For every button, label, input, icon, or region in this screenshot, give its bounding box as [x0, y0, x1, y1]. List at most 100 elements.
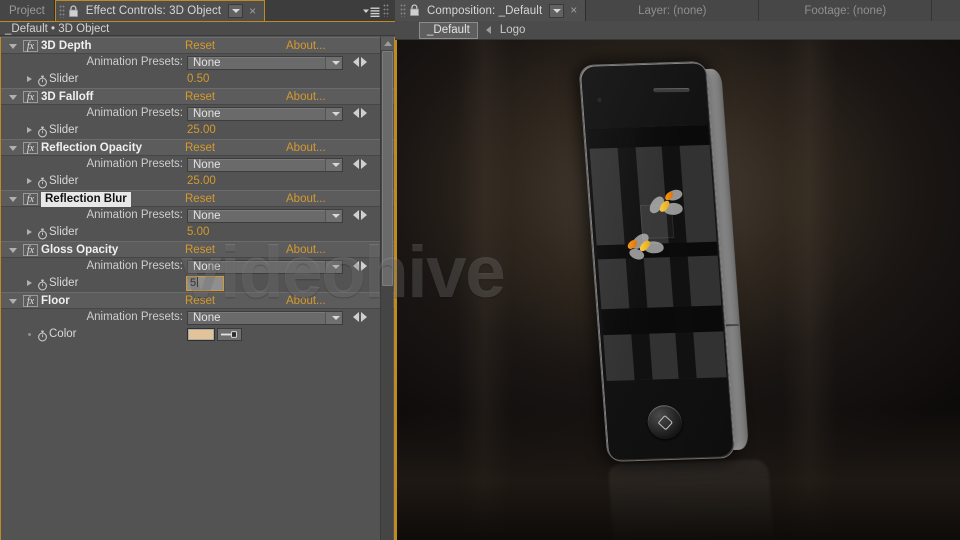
property-disclosure-triangle-icon[interactable] — [27, 127, 32, 133]
preset-nav-arrows[interactable] — [353, 108, 367, 118]
next-preset-icon[interactable] — [361, 57, 367, 67]
lock-icon[interactable] — [409, 4, 420, 17]
tab-effect-controls[interactable]: Effect Controls: 3D Object × — [54, 0, 266, 22]
effect-name[interactable]: Reflection Blur — [41, 192, 131, 207]
prev-preset-icon[interactable] — [353, 312, 359, 322]
scroll-up-button[interactable] — [381, 37, 394, 50]
effect-name[interactable]: Gloss Opacity — [41, 242, 118, 259]
prev-preset-icon[interactable] — [353, 108, 359, 118]
disclosure-triangle-icon[interactable] — [9, 299, 17, 304]
color-swatch[interactable] — [187, 328, 215, 341]
tab-footage[interactable]: Footage: (none) — [759, 0, 933, 21]
next-preset-icon[interactable] — [361, 261, 367, 271]
tab-project[interactable]: Project — [0, 0, 55, 21]
property-disclosure-triangle-icon[interactable] — [27, 280, 32, 286]
chevron-down-icon[interactable] — [325, 108, 341, 120]
slider-value[interactable]: 5.00 — [187, 224, 210, 242]
effect-property-row[interactable]: Color — [1, 326, 394, 343]
fx-icon[interactable]: fx — [23, 193, 38, 205]
stopwatch-icon[interactable] — [37, 125, 48, 138]
prev-preset-icon[interactable] — [353, 210, 359, 220]
preset-nav-arrows[interactable] — [353, 57, 367, 67]
animation-presets-dropdown[interactable]: None — [187, 107, 343, 121]
effect-property-row[interactable]: Slider 25.00 — [1, 173, 394, 191]
breadcrumb-comp-chip[interactable]: _Default — [419, 21, 478, 39]
effect-header-row[interactable]: fx 3D Depth Reset About... — [1, 37, 394, 56]
disclosure-triangle-icon[interactable] — [9, 146, 17, 151]
disclosure-triangle-icon[interactable] — [9, 197, 17, 202]
fx-icon[interactable]: fx — [23, 295, 38, 307]
disclosure-triangle-icon[interactable] — [9, 95, 17, 100]
effect-name[interactable]: Floor — [41, 293, 70, 310]
tab-layer[interactable]: Layer: (none) — [586, 0, 760, 21]
breadcrumb-logo-label[interactable]: Logo — [500, 24, 526, 36]
stopwatch-icon[interactable] — [37, 278, 48, 291]
breadcrumb-back-icon[interactable] — [485, 26, 491, 34]
prev-preset-icon[interactable] — [353, 57, 359, 67]
effect-header-row[interactable]: fx Reflection Opacity Reset About... — [1, 139, 394, 158]
chevron-down-icon[interactable] — [325, 57, 341, 69]
tab-close-icon[interactable]: × — [243, 1, 262, 22]
effect-name[interactable]: 3D Depth — [41, 38, 91, 55]
fx-icon[interactable]: fx — [23, 142, 38, 154]
next-preset-icon[interactable] — [361, 210, 367, 220]
animation-presets-dropdown[interactable]: None — [187, 56, 343, 70]
slider-value[interactable]: 25.00 — [187, 173, 216, 191]
disclosure-triangle-icon[interactable] — [9, 44, 17, 49]
eyedropper-icon[interactable] — [217, 328, 242, 341]
prev-preset-icon[interactable] — [353, 159, 359, 169]
drag-grip-icon[interactable] — [400, 4, 406, 17]
property-disclosure-triangle-icon[interactable] — [27, 229, 32, 235]
next-preset-icon[interactable] — [361, 312, 367, 322]
animation-presets-dropdown[interactable]: None — [187, 209, 343, 223]
slider-value[interactable]: 25.00 — [187, 122, 216, 140]
property-disclosure-triangle-icon[interactable] — [27, 76, 32, 82]
next-preset-icon[interactable] — [361, 159, 367, 169]
panel-resize-grip-icon[interactable] — [383, 4, 389, 17]
tab-dropdown-icon[interactable] — [228, 4, 244, 18]
tab-dropdown-icon[interactable] — [549, 3, 565, 18]
effect-property-row[interactable]: Slider 25.00 — [1, 122, 394, 140]
drag-grip-icon[interactable] — [58, 4, 65, 18]
property-disclosure-triangle-icon[interactable] — [27, 178, 32, 184]
chevron-down-icon[interactable] — [325, 159, 341, 171]
fx-icon[interactable]: fx — [23, 244, 38, 256]
stopwatch-icon[interactable] — [37, 227, 48, 240]
effect-header-row[interactable]: fx Floor Reset About... — [1, 292, 394, 311]
slider-value[interactable]: 0.50 — [187, 71, 210, 89]
effect-name[interactable]: Reflection Opacity — [41, 140, 142, 157]
chevron-down-icon[interactable] — [325, 312, 341, 324]
preset-nav-arrows[interactable] — [353, 312, 367, 322]
animation-presets-dropdown[interactable]: None — [187, 158, 343, 172]
preset-nav-arrows[interactable] — [353, 261, 367, 271]
prev-preset-icon[interactable] — [353, 261, 359, 271]
fx-icon[interactable]: fx — [23, 91, 38, 103]
chevron-down-icon[interactable] — [325, 210, 341, 222]
effect-property-row[interactable]: Slider 5 — [1, 275, 394, 292]
effects-scrollbar[interactable] — [380, 37, 394, 540]
stopwatch-icon[interactable] — [37, 176, 48, 189]
panel-menu-icon[interactable] — [363, 5, 380, 17]
scrollbar-thumb[interactable] — [382, 51, 393, 286]
fx-icon[interactable]: fx — [23, 40, 38, 52]
preset-nav-arrows[interactable] — [353, 159, 367, 169]
animation-presets-dropdown[interactable]: None — [187, 260, 343, 274]
lock-icon[interactable] — [68, 4, 79, 18]
effect-header-row[interactable]: fx 3D Falloff Reset About... — [1, 88, 394, 107]
effect-property-row[interactable]: Slider 5.00 — [1, 224, 394, 242]
disclosure-triangle-icon[interactable] — [9, 248, 17, 253]
chevron-down-icon[interactable] — [325, 261, 341, 273]
tab-close-icon[interactable]: × — [564, 0, 583, 21]
stopwatch-icon[interactable] — [37, 74, 48, 87]
effect-property-row[interactable]: Slider 0.50 — [1, 71, 394, 89]
slider-value-input[interactable]: 5 — [186, 276, 224, 291]
effect-header-row[interactable]: fx Reflection Blur Reset About... — [1, 190, 394, 209]
effect-header-row[interactable]: fx Gloss Opacity Reset About... — [1, 241, 394, 260]
next-preset-icon[interactable] — [361, 108, 367, 118]
animation-presets-dropdown[interactable]: None — [187, 311, 343, 325]
effect-name[interactable]: 3D Falloff — [41, 89, 93, 106]
composition-viewer[interactable] — [395, 40, 960, 540]
panel-menu-area[interactable] — [363, 0, 395, 21]
tab-composition[interactable]: Composition: _Default × — [395, 0, 587, 21]
stopwatch-icon[interactable] — [37, 329, 48, 342]
